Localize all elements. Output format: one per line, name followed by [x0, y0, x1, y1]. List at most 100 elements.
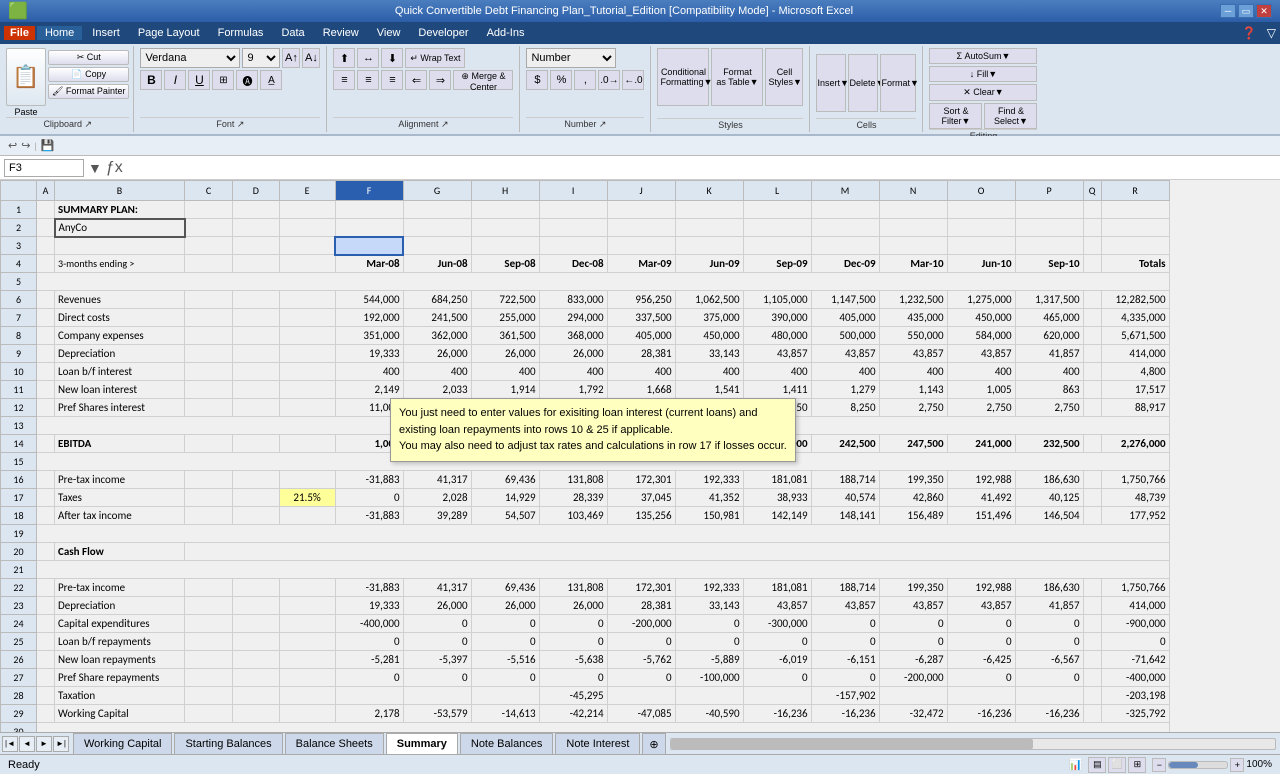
cell-b11[interactable]: New loan interest [55, 381, 185, 399]
cell-e16[interactable] [279, 471, 335, 489]
cell-j4[interactable]: Mar-09 [607, 255, 675, 273]
sheet-nav-prev[interactable]: ◄ [19, 736, 35, 752]
cell-c6[interactable] [185, 291, 233, 309]
cell-j8[interactable]: 405,000 [607, 327, 675, 345]
cell-d23[interactable] [233, 597, 280, 615]
zoom-slider[interactable] [1168, 761, 1228, 769]
cell-i22[interactable]: 131,808 [539, 579, 607, 597]
cell-b29[interactable]: Working Capital [55, 705, 185, 723]
cell-a9[interactable] [37, 345, 55, 363]
name-box[interactable] [4, 159, 84, 177]
cell-l8[interactable]: 480,000 [743, 327, 811, 345]
cell-i17[interactable]: 28,339 [539, 489, 607, 507]
cell-o2[interactable] [947, 219, 1015, 237]
cell-d25[interactable] [233, 633, 280, 651]
cell-n27[interactable]: -200,000 [879, 669, 947, 687]
cell-g16[interactable]: 41,317 [403, 471, 471, 489]
cell-m25[interactable]: 0 [811, 633, 879, 651]
cell-e12[interactable] [279, 399, 335, 417]
cell-o12[interactable]: 2,750 [947, 399, 1015, 417]
cell-p18[interactable]: 146,504 [1015, 507, 1083, 525]
cell-d26[interactable] [233, 651, 280, 669]
cell-r2[interactable] [1101, 219, 1169, 237]
cell-d17[interactable] [233, 489, 280, 507]
cell-b4[interactable]: 3-months ending > [55, 255, 185, 273]
cell-r8[interactable]: 5,671,500 [1101, 327, 1169, 345]
save-icon[interactable]: 💾 [41, 139, 55, 152]
cell-m18[interactable]: 148,141 [811, 507, 879, 525]
col-header-c[interactable]: C [185, 181, 233, 201]
cell-j28[interactable] [607, 687, 675, 705]
cell-e22[interactable] [279, 579, 335, 597]
cell-a18[interactable] [37, 507, 55, 525]
cell-l29[interactable]: -16,236 [743, 705, 811, 723]
cell-a11[interactable] [37, 381, 55, 399]
cell-f8[interactable]: 351,000 [335, 327, 403, 345]
cell-h24[interactable]: 0 [471, 615, 539, 633]
cell-n7[interactable]: 435,000 [879, 309, 947, 327]
cell-q24[interactable] [1083, 615, 1101, 633]
cell-o1[interactable] [947, 201, 1015, 219]
cell-n11[interactable]: 1,143 [879, 381, 947, 399]
cell-d12[interactable] [233, 399, 280, 417]
underline-button[interactable]: U [188, 70, 210, 90]
cell-e23[interactable] [279, 597, 335, 615]
cell-b17[interactable]: Taxes [55, 489, 185, 507]
cell-d29[interactable] [233, 705, 280, 723]
cell-e3[interactable] [279, 237, 335, 255]
cell-p14[interactable]: 232,500 [1015, 435, 1083, 453]
cell-l6[interactable]: 1,105,000 [743, 291, 811, 309]
cell-g18[interactable]: 39,289 [403, 507, 471, 525]
cell-i27[interactable]: 0 [539, 669, 607, 687]
cell-l7[interactable]: 390,000 [743, 309, 811, 327]
cell-f26[interactable]: -5,281 [335, 651, 403, 669]
cell-e18[interactable] [279, 507, 335, 525]
cell-g8[interactable]: 362,000 [403, 327, 471, 345]
cell-q9[interactable] [1083, 345, 1101, 363]
cell-f18[interactable]: -31,883 [335, 507, 403, 525]
cell-m7[interactable]: 405,000 [811, 309, 879, 327]
cell-r23[interactable]: 414,000 [1101, 597, 1169, 615]
addins-tab[interactable]: Add-Ins [479, 26, 533, 40]
zoom-in-button[interactable]: + [1230, 758, 1244, 772]
cell-e24[interactable] [279, 615, 335, 633]
sort-filter-button[interactable]: Sort &Filter▼ [929, 103, 982, 129]
cell-j2[interactable] [607, 219, 675, 237]
cell-f2[interactable] [335, 219, 403, 237]
scrollbar-thumb[interactable] [671, 739, 1034, 749]
cell-k16[interactable]: 192,333 [675, 471, 743, 489]
cell-b3[interactable] [55, 237, 185, 255]
cell-k28[interactable] [675, 687, 743, 705]
cell-g2[interactable] [403, 219, 471, 237]
cell-r25[interactable]: 0 [1101, 633, 1169, 651]
cell-n3[interactable] [879, 237, 947, 255]
cell-j23[interactable]: 28,381 [607, 597, 675, 615]
cell-l18[interactable]: 142,149 [743, 507, 811, 525]
cell-l17[interactable]: 38,933 [743, 489, 811, 507]
bold-button[interactable]: B [140, 70, 162, 90]
cell-b2[interactable]: AnyCo [55, 219, 185, 237]
col-header-q[interactable]: Q [1083, 181, 1101, 201]
increase-font-button[interactable]: A↑ [282, 48, 300, 68]
cell-g28[interactable] [403, 687, 471, 705]
cell-k7[interactable]: 375,000 [675, 309, 743, 327]
cell-r14[interactable]: 2,276,000 [1101, 435, 1169, 453]
cell-i29[interactable]: -42,214 [539, 705, 607, 723]
cell-a4[interactable] [37, 255, 55, 273]
cell-e28[interactable] [279, 687, 335, 705]
cell-b1[interactable]: SUMMARY PLAN: [55, 201, 185, 219]
cell-a26[interactable] [37, 651, 55, 669]
cell-p29[interactable]: -16,236 [1015, 705, 1083, 723]
cell-r26[interactable]: -71,642 [1101, 651, 1169, 669]
cell-i16[interactable]: 131,808 [539, 471, 607, 489]
cell-styles-button[interactable]: CellStyles▼ [765, 48, 803, 106]
minimize-ribbon-icon[interactable]: ▽ [1267, 26, 1276, 40]
cell-h28[interactable] [471, 687, 539, 705]
cell-p7[interactable]: 465,000 [1015, 309, 1083, 327]
fill-button[interactable]: ↓ Fill▼ [929, 66, 1037, 82]
cell-p10[interactable]: 400 [1015, 363, 1083, 381]
cell-b26[interactable]: New loan repayments [55, 651, 185, 669]
cell-f1[interactable] [335, 201, 403, 219]
cell-q28[interactable] [1083, 687, 1101, 705]
cell-c9[interactable] [185, 345, 233, 363]
